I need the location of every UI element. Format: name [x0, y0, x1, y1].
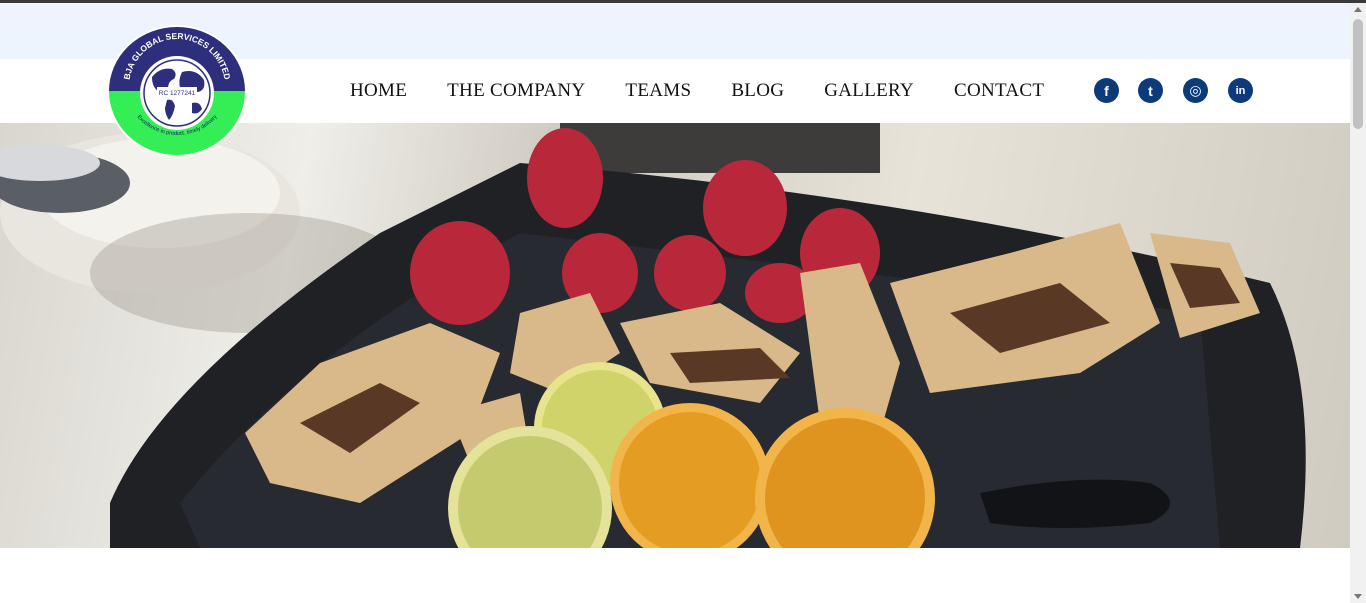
- social-links: f t ◎ in: [1094, 78, 1253, 103]
- nav-contact[interactable]: CONTACT: [954, 80, 1044, 102]
- facebook-icon[interactable]: f: [1094, 78, 1119, 103]
- nav-teams[interactable]: TEAMS: [625, 80, 691, 102]
- scroll-down-icon[interactable]: [1354, 594, 1362, 599]
- scrollbar-thumb[interactable]: [1353, 19, 1363, 129]
- company-logo[interactable]: RC 1277241 BJA GLOBAL SERVICES LIMITED E…: [107, 25, 247, 157]
- nav-home[interactable]: HOME: [350, 80, 407, 102]
- dessert-plate-image: [0, 123, 1306, 548]
- nav-blog[interactable]: BLOG: [731, 80, 784, 102]
- main-nav: HOME THE COMPANY TEAMS BLOG GALLERY CONT…: [330, 59, 1044, 123]
- twitter-icon[interactable]: t: [1138, 78, 1163, 103]
- rc-number: RC 1277241: [159, 90, 196, 97]
- instagram-icon[interactable]: ◎: [1183, 78, 1208, 103]
- nav-the-company[interactable]: THE COMPANY: [447, 80, 585, 102]
- page-scrollbar[interactable]: [1350, 3, 1366, 603]
- hero-banner: [0, 123, 1350, 548]
- scroll-up-icon[interactable]: [1354, 7, 1362, 12]
- linkedin-icon[interactable]: in: [1228, 78, 1253, 103]
- nav-gallery[interactable]: GALLERY: [824, 80, 914, 102]
